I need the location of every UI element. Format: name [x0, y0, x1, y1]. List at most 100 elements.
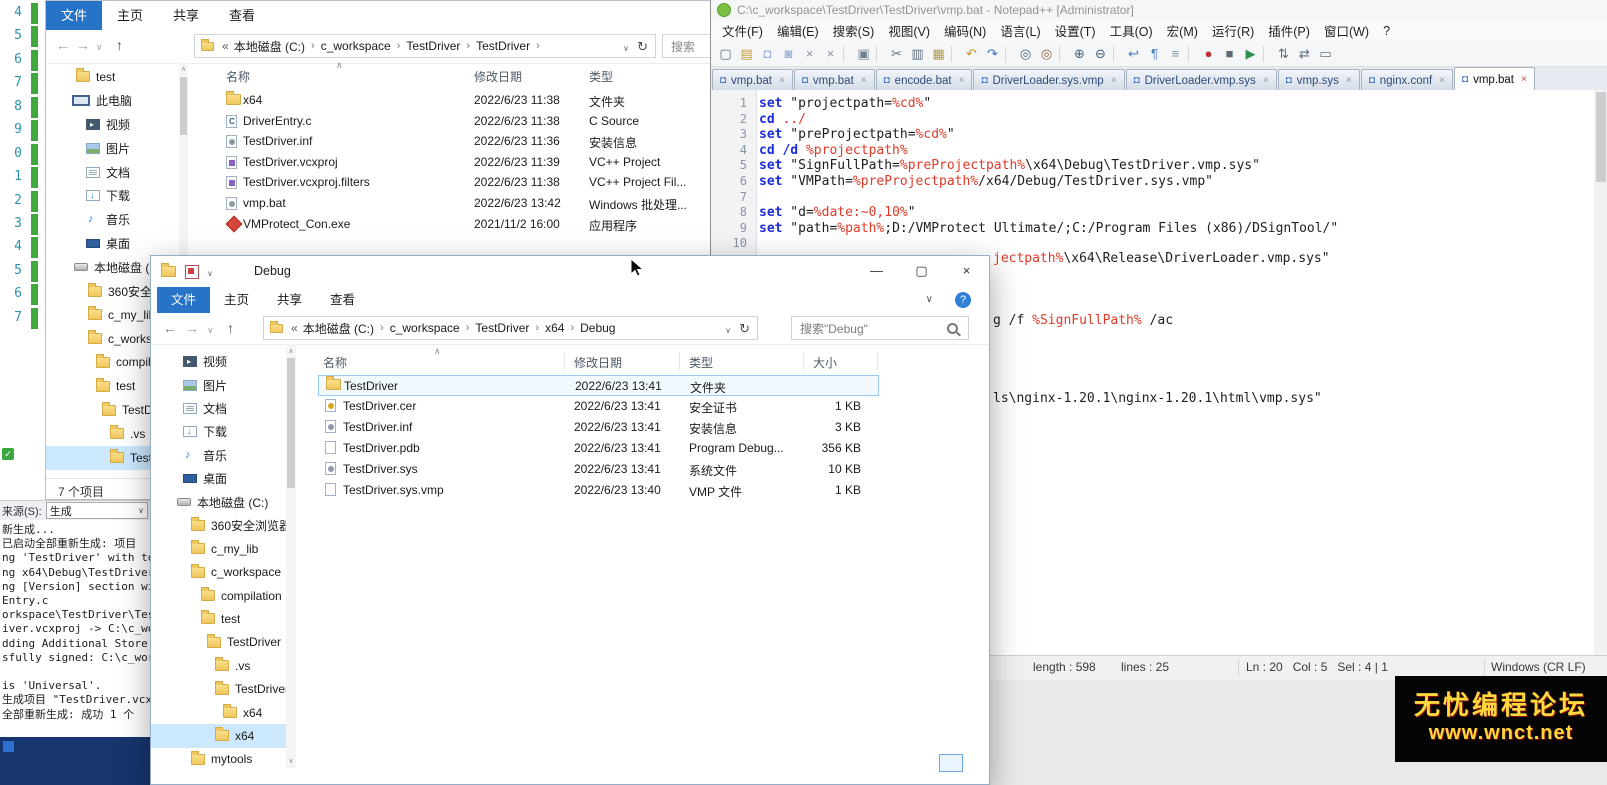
breadcrumb-item[interactable]: Debug — [580, 321, 615, 335]
close-button[interactable]: × — [944, 256, 989, 286]
recent-locations-dropdown-icon[interactable]: ∨ — [207, 325, 214, 336]
sidebar-item-图片[interactable]: 图片 — [151, 373, 286, 396]
menu-item-12[interactable]: ? — [1376, 24, 1397, 38]
open-folder-icon[interactable]: ▤ — [737, 44, 756, 63]
ribbon-tab-file[interactable]: 文件 — [157, 287, 211, 313]
paste-icon[interactable]: ▦ — [929, 44, 948, 63]
ribbon-tab-view[interactable]: 查看 — [316, 287, 369, 313]
sidebar-item-音乐[interactable]: 音乐 — [46, 208, 179, 232]
sidebar-item-本地磁盘 (C:)[interactable]: 本地磁盘 (C:) — [151, 490, 286, 513]
sidebar-item-视频[interactable]: 视频 — [46, 113, 179, 137]
ribbon-tab-share[interactable]: 共享 — [263, 287, 316, 313]
document-tab-vmp.bat[interactable]: ◘ vmp.bat × — [712, 69, 793, 91]
breadcrumb-item[interactable]: x64 — [545, 321, 564, 335]
breadcrumb-item[interactable]: 本地磁盘 (C:) — [303, 320, 374, 337]
menu-item-10[interactable]: 插件(P) — [1261, 21, 1317, 40]
file-row[interactable]: x64 2022/6/23 11:38 文件夹 — [221, 91, 714, 112]
document-tab-DriverLoader.vmp.sys[interactable]: ◘ DriverLoader.vmp.sys × — [1125, 69, 1277, 91]
close-icon[interactable]: × — [800, 44, 819, 63]
tab-close-icon[interactable]: × — [1263, 75, 1269, 86]
tab-close-icon[interactable]: × — [1521, 74, 1527, 85]
menu-item-9[interactable]: 运行(R) — [1205, 21, 1261, 40]
record-macro-icon[interactable]: ● — [1199, 44, 1218, 63]
ribbon-tab-home[interactable]: 主页 — [210, 287, 263, 313]
sidebar-item-文档[interactable]: 文档 — [46, 160, 179, 184]
address-dropdown-icon[interactable]: ∨ — [725, 326, 731, 335]
sidebar-item-下载[interactable]: 下载 — [46, 184, 179, 208]
breadcrumb-item[interactable]: c_workspace — [390, 321, 460, 335]
address-dropdown-icon[interactable]: ∨ — [623, 44, 629, 53]
file-row[interactable]: TestDriver.vcxproj 2022/6/23 11:39 VC++ Pr… — [221, 153, 714, 174]
ribbon-tab-share[interactable]: 共享 — [158, 1, 214, 30]
sidebar-item-x64[interactable]: x64 — [151, 701, 286, 724]
sidebar-item-c_workspace[interactable]: c_workspace — [151, 561, 286, 584]
breadcrumb-item[interactable]: TestDriver — [476, 39, 530, 53]
title-bar[interactable]: ∨ Debug — ▢ × — [151, 256, 989, 287]
refresh-icon[interactable]: ↻ — [637, 39, 648, 55]
file-row[interactable]: DriverEntry.c 2022/6/23 11:38 C Source — [221, 112, 714, 133]
copy-icon[interactable]: ▥ — [908, 44, 927, 63]
up-button[interactable]: ↑ — [227, 320, 234, 336]
breadcrumb-item[interactable]: c_workspace — [321, 39, 391, 53]
menu-item-6[interactable]: 设置(T) — [1048, 21, 1103, 40]
zoom-out-icon[interactable]: ⊖ — [1091, 44, 1110, 63]
document-tab-vmp.bat[interactable]: ◘ vmp.bat × — [793, 69, 875, 91]
sidebar-item-桌面[interactable]: 桌面 — [46, 232, 179, 256]
document-tab-vmp.bat[interactable]: ◘ vmp.bat × — [1454, 67, 1535, 91]
sidebar-item-compilation[interactable]: compilation — [151, 584, 286, 607]
menu-item-11[interactable]: 窗口(W) — [1317, 21, 1376, 40]
quick-access-dropdown-icon[interactable]: ∨ — [207, 269, 213, 278]
file-row[interactable]: VMProtect_Con.exe 2021/11/2 16:00 应用程序 — [221, 215, 714, 236]
ribbon-tab-file[interactable]: 文件 — [46, 1, 103, 30]
output-source-dropdown[interactable]: 生成 ∨ — [45, 502, 148, 519]
show-all-chars-icon[interactable]: ¶ — [1145, 44, 1164, 63]
redo-icon[interactable]: ↷ — [983, 44, 1002, 63]
scrollbar-thumb[interactable] — [1596, 92, 1606, 182]
file-row[interactable]: vmp.bat 2022/6/23 13:42 Windows 批处理... — [221, 194, 714, 215]
save-all-icon[interactable]: ◙ — [779, 44, 798, 63]
tab-close-icon[interactable]: × — [1111, 75, 1117, 86]
sidebar-item-TestDriver[interactable]: TestDriver — [151, 631, 286, 654]
scrollbar-thumb[interactable] — [287, 358, 295, 488]
word-wrap-icon[interactable]: ↩ — [1124, 44, 1143, 63]
minimize-button[interactable]: — — [854, 256, 899, 286]
sort-ascending-icon[interactable]: ∧ — [336, 60, 343, 71]
quick-access-properties-icon[interactable] — [185, 265, 199, 279]
maximize-button[interactable]: ▢ — [899, 256, 944, 286]
recent-locations-dropdown-icon[interactable]: ∨ — [96, 42, 103, 53]
address-bar[interactable]: « 本地磁盘 (C:) › c_workspace › TestDriver › TestDr… — [194, 34, 656, 58]
search-box[interactable]: 搜索 — [662, 34, 714, 58]
file-row[interactable]: TestDriver.inf 2022/6/23 13:41 安装信息 3 KB — [318, 417, 879, 438]
file-row[interactable]: TestDriver 2022/6/23 13:41 文件夹 — [318, 375, 879, 396]
forward-button[interactable]: → — [76, 37, 90, 53]
document-tab-vmp.sys[interactable]: ◘ vmp.sys × — [1277, 69, 1360, 91]
column-header-4[interactable]: 大小 — [813, 354, 837, 371]
column-header-2[interactable]: 修改日期 — [574, 354, 622, 371]
tab-close-icon[interactable]: × — [1346, 75, 1352, 86]
sidebar-scrollbar[interactable]: ∧ ∨ — [286, 344, 296, 768]
indent-guide-icon[interactable]: ≡ — [1166, 44, 1185, 63]
document-tab-nginx.conf[interactable]: ◘ nginx.conf × — [1360, 69, 1454, 91]
sidebar-item-test[interactable]: test — [151, 607, 286, 630]
menu-item-1[interactable]: 编辑(E) — [770, 21, 826, 40]
title-bar[interactable]: C:\c_workspace\TestDriver\TestDriver\vmp… — [711, 0, 1607, 20]
back-button[interactable]: ← — [163, 320, 177, 336]
address-bar[interactable]: « 本地磁盘 (C:) › c_workspace › TestDriver › x64 › De… — [263, 316, 758, 340]
help-button[interactable]: ? — [955, 292, 971, 308]
menu-item-3[interactable]: 视图(V) — [881, 21, 937, 40]
sidebar-item-mytools[interactable]: mytools — [151, 748, 286, 771]
search-box[interactable]: 搜索"Debug" — [791, 316, 969, 340]
menu-item-0[interactable]: 文件(F) — [715, 21, 770, 40]
zoom-in-icon[interactable]: ⊕ — [1070, 44, 1089, 63]
tab-close-icon[interactable]: × — [861, 75, 867, 86]
close-all-icon[interactable]: × — [821, 44, 840, 63]
breadcrumb-item[interactable]: 本地磁盘 (C:) — [234, 38, 305, 55]
replace-icon[interactable]: ◎ — [1037, 44, 1056, 63]
back-button[interactable]: ← — [56, 37, 70, 53]
breadcrumb-item[interactable]: TestDriver — [475, 321, 529, 335]
sidebar-item-c_my_lib[interactable]: c_my_lib — [151, 537, 286, 560]
save-icon[interactable]: ◘ — [758, 44, 777, 63]
play-macro-icon[interactable]: ▶ — [1241, 44, 1260, 63]
column-header-1[interactable]: 名称 — [226, 68, 250, 85]
print-icon[interactable]: ▣ — [854, 44, 873, 63]
